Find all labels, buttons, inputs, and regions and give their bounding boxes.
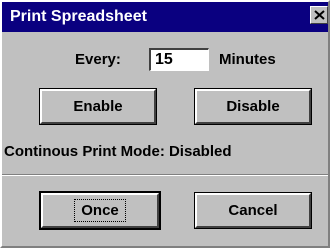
window-title: Print Spreadsheet [10, 8, 147, 25]
status-text: Continous Print Mode: Disabled [4, 143, 232, 160]
close-button[interactable] [310, 6, 328, 24]
minutes-label: Minutes [219, 51, 276, 68]
interval-input[interactable]: 15 [149, 48, 209, 71]
every-label: Every: [75, 51, 121, 68]
enable-button-label: Enable [73, 98, 123, 115]
disable-button[interactable]: Disable [194, 88, 312, 125]
title-bar[interactable]: Print Spreadsheet [2, 2, 328, 32]
divider [2, 174, 328, 176]
once-button[interactable]: Once [39, 191, 161, 230]
print-spreadsheet-dialog: Print Spreadsheet Every: 15 Minutes Enab… [0, 0, 330, 248]
cancel-button[interactable]: Cancel [194, 192, 312, 229]
enable-button[interactable]: Enable [39, 88, 157, 125]
once-button-label: Once [74, 199, 126, 222]
disable-button-label: Disable [226, 98, 280, 115]
close-icon [314, 10, 325, 20]
cancel-button-label: Cancel [228, 202, 278, 219]
